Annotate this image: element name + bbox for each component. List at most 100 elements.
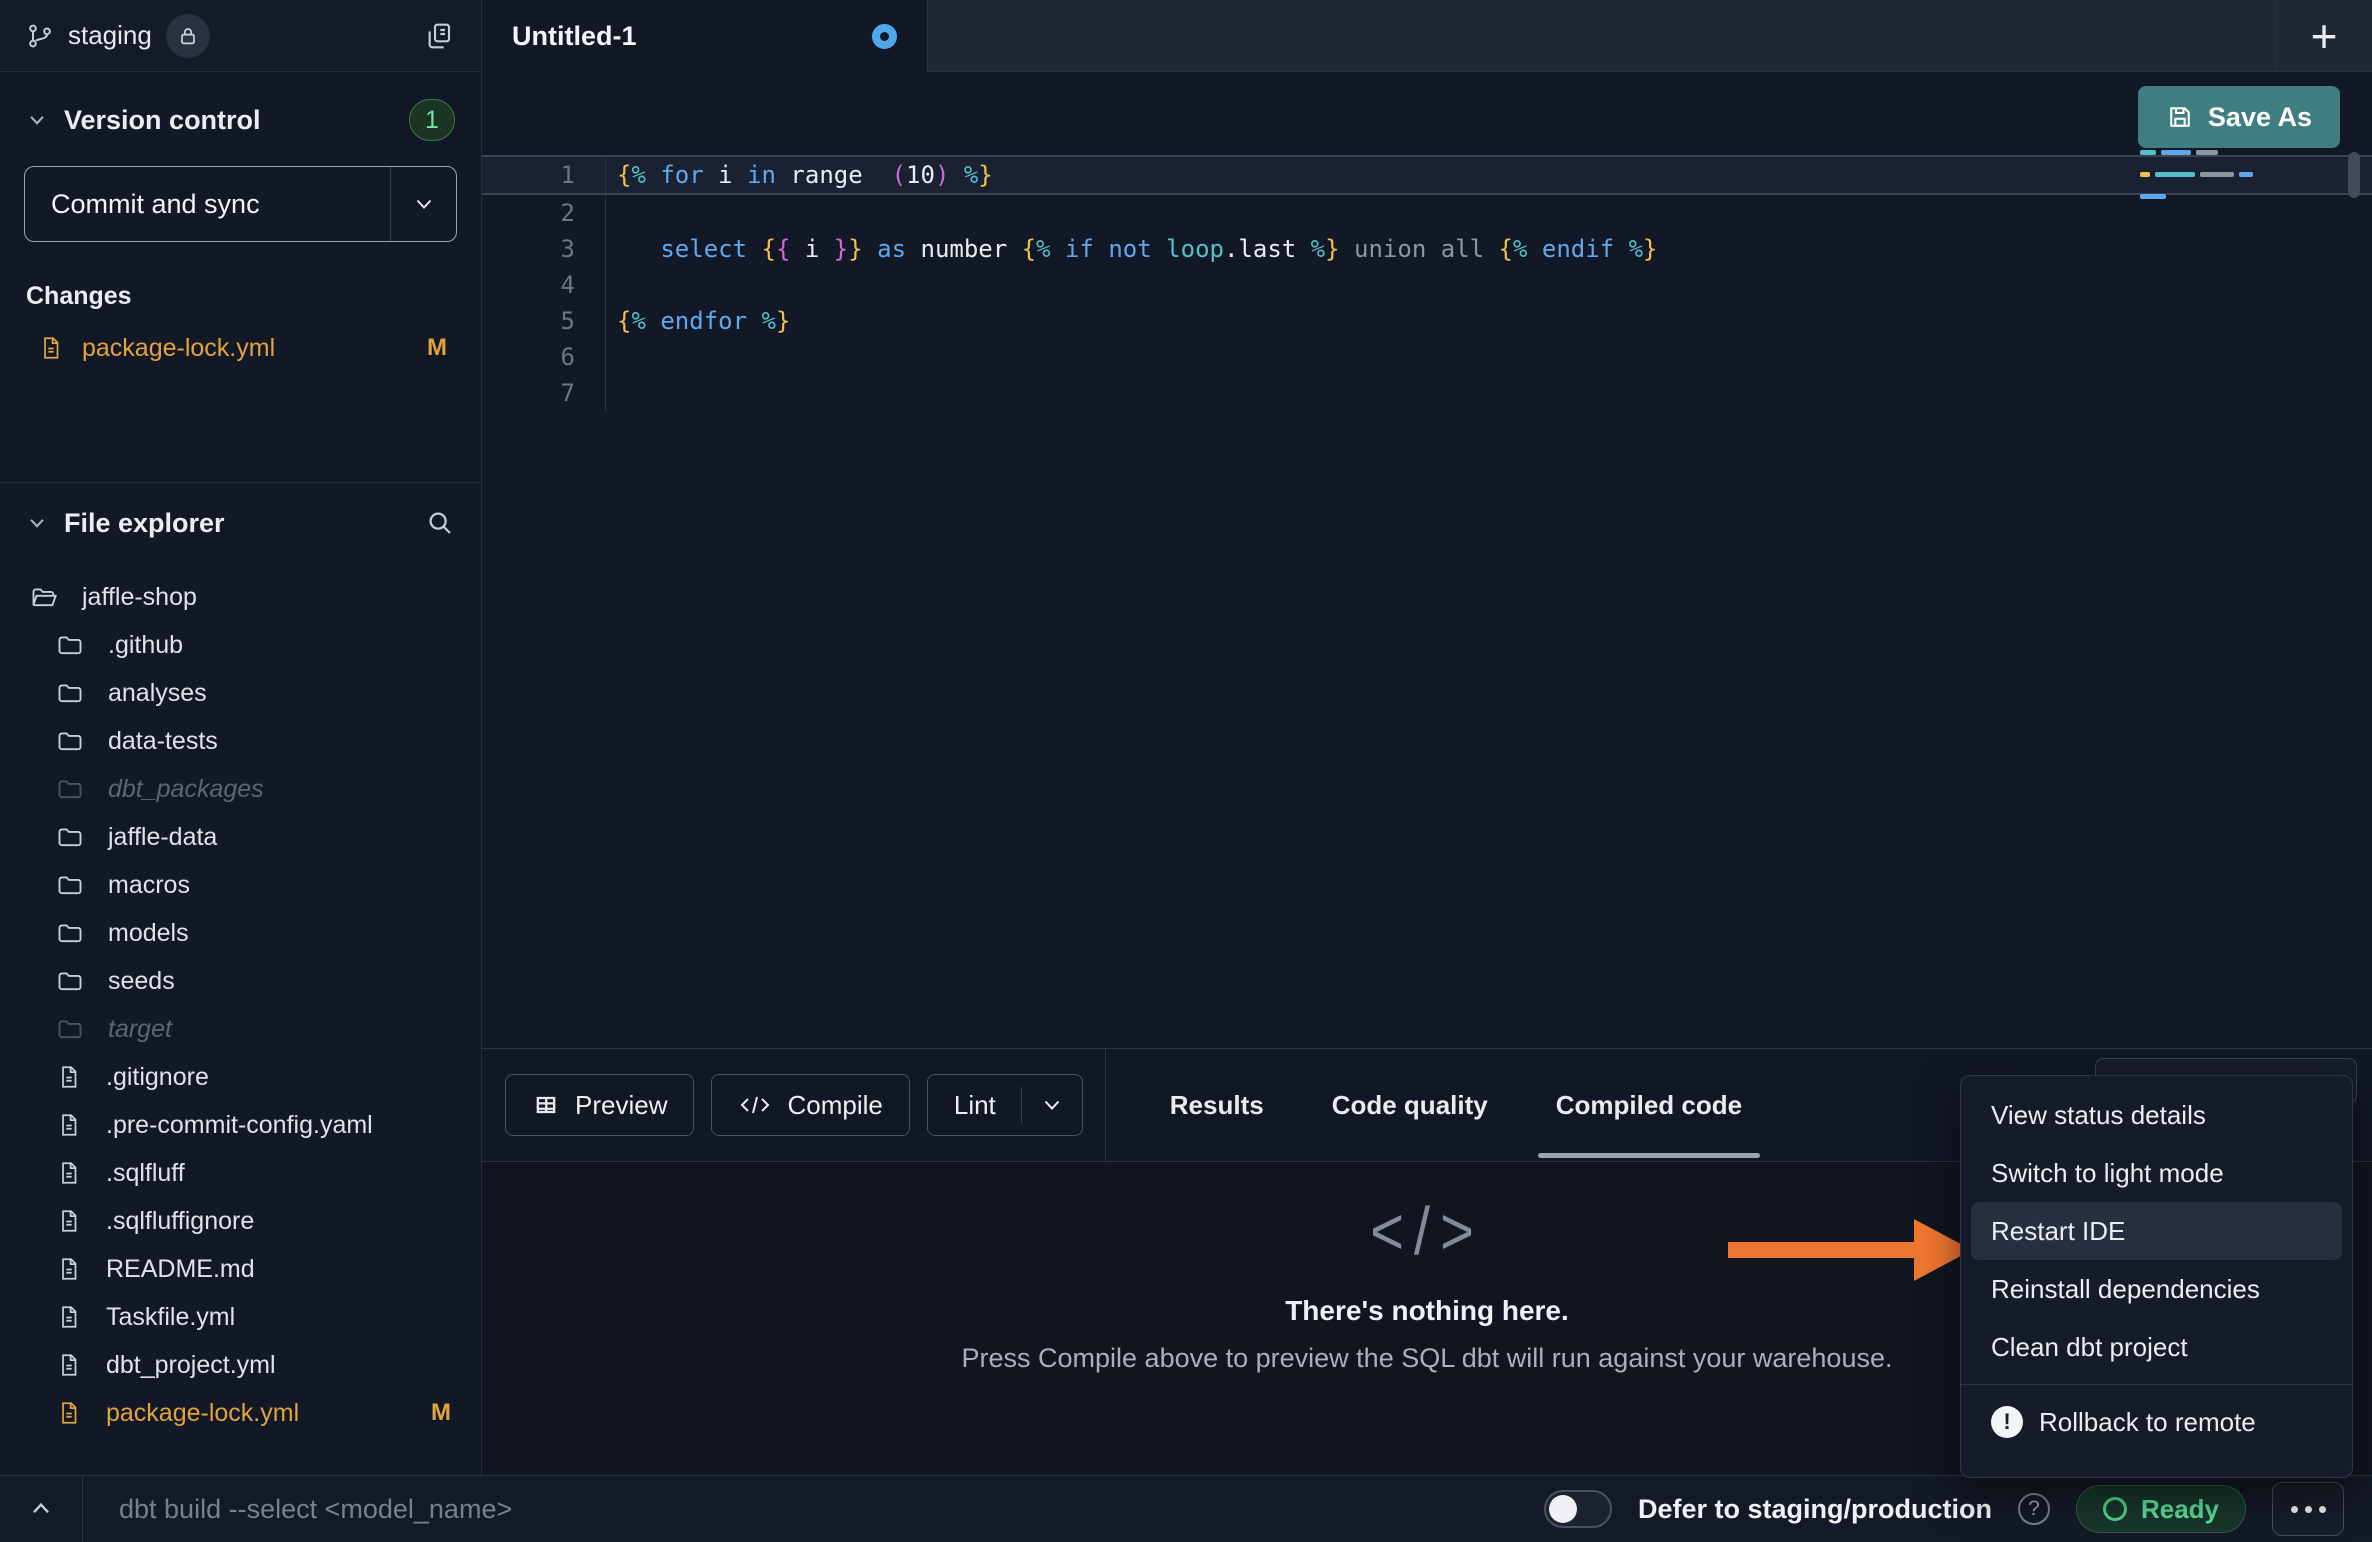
- tree-item-models[interactable]: models: [0, 909, 481, 957]
- collapse-bar-button[interactable]: [0, 1476, 83, 1542]
- line-content: {% endfor %}: [605, 303, 2372, 339]
- sidebar: staging Version control 1 Commit and syn…: [0, 0, 482, 1475]
- menu-item-switch-to-light-mode[interactable]: Switch to light mode: [1971, 1144, 2342, 1202]
- tree-item-label: Taskfile.yml: [106, 1303, 235, 1332]
- menu-item-clean-dbt-project[interactable]: Clean dbt project: [1971, 1318, 2342, 1376]
- empty-state-subtitle: Press Compile above to preview the SQL d…: [962, 1343, 1893, 1374]
- version-control-header[interactable]: Version control 1: [0, 96, 481, 144]
- minimap[interactable]: [2140, 150, 2272, 205]
- menu-item-rollback-to-remote[interactable]: !Rollback to remote: [1971, 1393, 2342, 1451]
- commit-options-chevron[interactable]: [390, 167, 456, 241]
- chevron-down-icon: [26, 512, 48, 534]
- chevron-down-icon[interactable]: [1021, 1087, 1064, 1123]
- search-icon[interactable]: [425, 508, 455, 538]
- code-line-2[interactable]: 2: [482, 195, 2372, 231]
- tree-item-label: seeds: [108, 967, 175, 996]
- save-as-label: Save As: [2208, 102, 2312, 133]
- code-line-3[interactable]: 3 select {{ i }} as number {% if not loo…: [482, 231, 2372, 267]
- code-editor[interactable]: Save As 1{% for i in range (10) %}23 sel…: [482, 72, 2372, 1048]
- folder-icon: [56, 871, 84, 899]
- tree-item-label: dbt_project.yml: [106, 1351, 276, 1380]
- tab-title: Untitled-1: [512, 21, 637, 52]
- tree-item-.github[interactable]: .github: [0, 621, 481, 669]
- folder-icon: [56, 967, 84, 995]
- tree-item-.pre-commit-config.yaml[interactable]: .pre-commit-config.yaml: [0, 1101, 481, 1149]
- menu-item-view-status-details[interactable]: View status details: [1971, 1086, 2342, 1144]
- tab-code-quality[interactable]: Code quality: [1298, 1049, 1522, 1162]
- compile-button[interactable]: Compile: [711, 1074, 909, 1136]
- code-lines[interactable]: 1{% for i in range (10) %}23 select {{ i…: [482, 155, 2372, 411]
- code-line-5[interactable]: 5{% endfor %}: [482, 303, 2372, 339]
- tree-item-.sqlfluff[interactable]: .sqlfluff: [0, 1149, 481, 1197]
- tree-item-label: .sqlfluffignore: [106, 1207, 254, 1236]
- line-content: [605, 339, 2372, 375]
- tree-item-target[interactable]: target: [0, 1005, 481, 1053]
- commit-and-sync-label: Commit and sync: [25, 189, 260, 220]
- tree-item-label: models: [108, 919, 189, 948]
- code-line-6[interactable]: 6: [482, 339, 2372, 375]
- code-line-4[interactable]: 4: [482, 267, 2372, 303]
- tree-item-jaffle-data[interactable]: jaffle-data: [0, 813, 481, 861]
- more-options-button[interactable]: [2272, 1482, 2344, 1536]
- preview-button[interactable]: Preview: [505, 1074, 694, 1136]
- tree-item-macros[interactable]: macros: [0, 861, 481, 909]
- panel-tabs: ResultsCode qualityCompiled code: [1136, 1049, 1776, 1162]
- tree-item-.sqlfluffignore[interactable]: .sqlfluffignore: [0, 1197, 481, 1245]
- menu-separator: [1961, 1384, 2352, 1385]
- line-content: [605, 195, 2372, 231]
- tree-item-README.md[interactable]: README.md: [0, 1245, 481, 1293]
- menu-item-label: Reinstall dependencies: [1991, 1274, 2260, 1305]
- branch-bar: staging: [0, 0, 481, 72]
- tree-item-label: .pre-commit-config.yaml: [106, 1111, 373, 1140]
- modified-badge: M: [431, 1399, 451, 1427]
- tree-item-Taskfile.yml[interactable]: Taskfile.yml: [0, 1293, 481, 1341]
- tab-compiled-code[interactable]: Compiled code: [1522, 1049, 1776, 1162]
- line-content: {% for i in range (10) %}: [605, 157, 2372, 193]
- line-number: 3: [482, 235, 605, 263]
- save-as-button[interactable]: Save As: [2138, 86, 2340, 148]
- tab-results[interactable]: Results: [1136, 1049, 1298, 1162]
- menu-item-label: View status details: [1991, 1100, 2206, 1131]
- copy-icon[interactable]: [423, 20, 455, 52]
- chevron-down-icon: [26, 109, 48, 131]
- tree-item-dbt_packages[interactable]: dbt_packages: [0, 765, 481, 813]
- file-icon: [56, 1352, 82, 1378]
- commit-and-sync-button[interactable]: Commit and sync: [24, 166, 457, 242]
- file-explorer-header[interactable]: File explorer: [0, 499, 481, 547]
- line-content: [605, 375, 2372, 411]
- tree-item-label: README.md: [106, 1255, 255, 1284]
- code-line-1[interactable]: 1{% for i in range (10) %}: [482, 155, 2372, 195]
- changes-label: Changes: [0, 282, 481, 311]
- preview-label: Preview: [575, 1090, 667, 1121]
- status-label: Ready: [2141, 1494, 2219, 1525]
- line-number: 7: [482, 379, 605, 407]
- tree-item-seeds[interactable]: seeds: [0, 957, 481, 1005]
- toggle-knob: [1549, 1495, 1577, 1523]
- tree-item-.gitignore[interactable]: .gitignore: [0, 1053, 481, 1101]
- tree-item-label: jaffle-shop: [82, 583, 197, 612]
- branch-name[interactable]: staging: [68, 20, 152, 51]
- changes-list: package-lock.ymlM: [0, 325, 481, 371]
- command-input[interactable]: dbt build --select <model_name>: [119, 1494, 512, 1525]
- defer-toggle[interactable]: [1544, 1490, 1612, 1528]
- editor-scrollbar[interactable]: [2348, 152, 2360, 198]
- code-line-7[interactable]: 7: [482, 375, 2372, 411]
- tree-item-data-tests[interactable]: data-tests: [0, 717, 481, 765]
- help-icon[interactable]: ?: [2018, 1493, 2050, 1525]
- menu-item-restart-ide[interactable]: Restart IDE: [1971, 1202, 2342, 1260]
- tree-item-label: analyses: [108, 679, 207, 708]
- changed-file-package-lock.yml[interactable]: package-lock.ymlM: [0, 325, 481, 371]
- menu-item-reinstall-dependencies[interactable]: Reinstall dependencies: [1971, 1260, 2342, 1318]
- status-badge[interactable]: Ready: [2076, 1485, 2246, 1533]
- status-bar: dbt build --select <model_name> Defer to…: [0, 1475, 2372, 1542]
- tree-item-jaffle-shop[interactable]: jaffle-shop: [0, 573, 481, 621]
- folder-icon: [56, 679, 84, 707]
- tree-item-package-lock.yml[interactable]: package-lock.ymlM: [0, 1389, 481, 1437]
- new-tab-button[interactable]: +: [2275, 0, 2372, 71]
- tree-item-label: jaffle-data: [108, 823, 217, 852]
- folder-icon: [56, 775, 84, 803]
- tab-untitled-1[interactable]: Untitled-1: [482, 0, 928, 72]
- tree-item-analyses[interactable]: analyses: [0, 669, 481, 717]
- tree-item-dbt_project.yml[interactable]: dbt_project.yml: [0, 1341, 481, 1389]
- lint-button[interactable]: Lint: [927, 1074, 1083, 1136]
